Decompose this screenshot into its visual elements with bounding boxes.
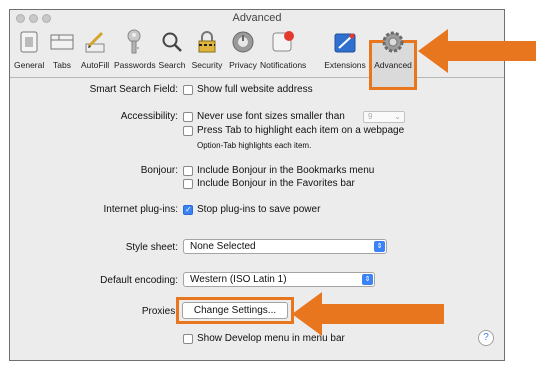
change-proxy-settings-button[interactable]: Change Settings... <box>182 302 288 319</box>
stop-plugins-label: Stop plug-ins to save power <box>197 204 321 215</box>
tab-extensions[interactable]: Extensions <box>324 28 366 70</box>
min-font-size-value: 9 <box>368 112 373 121</box>
encoding-label: Default encoding: <box>100 275 178 286</box>
encoding-popup[interactable]: Western (ISO Latin 1) ⇕ <box>183 272 375 287</box>
bonjour-bookmarks-checkbox[interactable] <box>183 166 193 176</box>
lock-icon <box>193 28 221 56</box>
tab-security[interactable]: Security <box>189 28 225 70</box>
tab-privacy[interactable]: Privacy <box>228 28 258 70</box>
extensions-icon <box>331 28 359 56</box>
chevron-down-icon: ⌄ <box>394 112 401 121</box>
privacy-icon <box>229 28 257 56</box>
advanced-tab-arrow-icon <box>418 29 536 73</box>
stylesheet-popup[interactable]: None Selected ⇕ <box>183 239 387 254</box>
stylesheet-label: Style sheet: <box>125 242 178 253</box>
bonjour-favorites-label: Include Bonjour in the Favorites bar <box>197 178 355 189</box>
bonjour-bookmarks-label: Include Bonjour in the Bookmarks menu <box>197 165 375 176</box>
min-font-size-popup[interactable]: 9 ⌄ <box>363 111 405 123</box>
tab-highlight-label: Press Tab to highlight each item on a we… <box>197 125 405 136</box>
tab-tabs[interactable]: Tabs <box>48 28 76 70</box>
search-icon <box>158 28 186 56</box>
gear-icon <box>379 28 407 56</box>
tab-passwords[interactable]: Passwords <box>114 28 156 70</box>
bonjour-favorites-checkbox[interactable] <box>183 179 193 189</box>
tab-search[interactable]: Search <box>157 28 187 70</box>
show-develop-menu-checkbox[interactable] <box>183 334 193 344</box>
general-icon <box>15 28 43 56</box>
stylesheet-value: None Selected <box>190 241 256 252</box>
tab-advanced[interactable]: Advanced <box>371 28 415 70</box>
proxies-arrow-icon <box>292 292 444 336</box>
tab-notifications[interactable]: Notifications <box>260 28 306 70</box>
tab-autofill[interactable]: AutoFill <box>78 28 112 70</box>
tab-highlight-checkbox[interactable] <box>183 126 193 136</box>
title-bar: Advanced <box>10 10 504 26</box>
encoding-value: Western (ISO Latin 1) <box>190 274 287 285</box>
up-down-arrows-icon: ⇕ <box>374 241 385 252</box>
tabs-icon <box>48 28 76 56</box>
show-full-address-checkbox[interactable] <box>183 85 193 95</box>
accessibility-label: Accessibility: <box>120 111 178 122</box>
min-font-size-checkbox[interactable] <box>183 112 193 122</box>
window-title: Advanced <box>232 12 282 24</box>
show-full-address-label: Show full website address <box>197 84 313 95</box>
notifications-icon <box>269 28 297 56</box>
plugins-label: Internet plug-ins: <box>103 204 179 215</box>
key-icon <box>120 28 148 56</box>
help-button[interactable]: ? <box>478 330 494 346</box>
smart-search-label: Smart Search Field: <box>89 84 178 95</box>
autofill-icon <box>81 28 109 56</box>
stop-plugins-checkbox[interactable] <box>183 205 193 215</box>
proxies-label: Proxies: <box>141 306 178 317</box>
up-down-arrows-icon: ⇕ <box>362 274 373 285</box>
tab-highlight-note: Option-Tab highlights each item. <box>197 141 312 150</box>
bonjour-label: Bonjour: <box>140 165 178 176</box>
min-font-size-label: Never use font sizes smaller than <box>197 111 345 122</box>
tab-general[interactable]: General <box>14 28 44 70</box>
